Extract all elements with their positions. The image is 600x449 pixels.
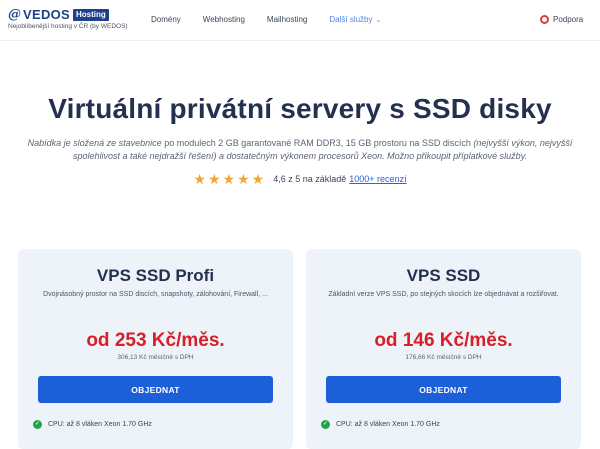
star-icon: ★ bbox=[251, 171, 265, 187]
nav-item-webhosting[interactable]: Webhosting bbox=[203, 15, 245, 24]
logo-tagline: Nejoblíbenější hosting v ČR (by WEDOS) bbox=[8, 23, 128, 30]
desc-italic-3: a dostatečným výkonem procesorů Xeon. Mo… bbox=[216, 151, 454, 161]
plan-price-vat: 306,13 Kč měsíčně s DPH bbox=[117, 354, 194, 361]
logo-at-icon: @ bbox=[8, 7, 21, 22]
plan-price: od 146 Kč/měs. bbox=[374, 330, 513, 351]
desc-text-1: po modulech 2 GB garantované RAM DDR3, 1… bbox=[161, 138, 474, 148]
feature-label: CPU: až 8 vláken Xeon 1.70 GHz bbox=[336, 421, 440, 428]
order-button[interactable]: OBJEDNAT bbox=[38, 376, 273, 403]
support-link[interactable]: Podpora bbox=[540, 15, 583, 24]
lifebuoy-icon bbox=[540, 15, 549, 24]
nav-item-domeny[interactable]: Domény bbox=[151, 15, 181, 24]
site-header: @ VEDOS Hosting Nejoblíbenější hosting v… bbox=[0, 0, 600, 41]
rating: ★ ★ ★ ★ ★ 4,6 z 5 na základě 1000+ recen… bbox=[0, 172, 600, 186]
plan-title: VPS SSD Profi bbox=[96, 266, 215, 285]
nav-item-dalsi-sluzby[interactable]: Další služby ⌄ bbox=[329, 15, 381, 24]
plan-feature: ✓ CPU: až 8 vláken Xeon 1.70 GHz bbox=[321, 420, 440, 429]
check-icon: ✓ bbox=[321, 420, 330, 429]
logo-name: VEDOS bbox=[23, 7, 71, 22]
chevron-down-icon: ⌄ bbox=[375, 17, 382, 24]
order-button[interactable]: OBJEDNAT bbox=[326, 376, 561, 403]
plan-title: VPS SSD bbox=[406, 266, 481, 285]
logo-badge: Hosting bbox=[73, 9, 109, 21]
star-icon: ★ bbox=[237, 171, 250, 187]
logo[interactable]: @ VEDOS Hosting Nejoblíbenější hosting v… bbox=[8, 7, 128, 31]
plan-description: Dvojnásobný prostor na SSD discích, snap… bbox=[43, 291, 268, 298]
plan-description: Základní verze VPS SSD, po stejných skoc… bbox=[328, 291, 559, 298]
page-title: Virtuální privátní servery s SSD disky bbox=[48, 93, 552, 124]
nav-item-mailhosting[interactable]: Mailhosting bbox=[267, 15, 307, 24]
nav-item-label: Další služby bbox=[329, 15, 373, 24]
desc-italic-1: Nabídka je složená ze stavebnice bbox=[27, 138, 162, 148]
rating-text: 4,6 z 5 na základě bbox=[273, 174, 347, 184]
plan-card-vps-ssd: VPS SSD Základní verze VPS SSD, po stejn… bbox=[306, 249, 581, 449]
main-nav: Domény Webhosting Mailhosting Další služ… bbox=[151, 15, 403, 24]
hero-description: Nabídka je složená ze stavebnice po modu… bbox=[14, 137, 586, 163]
star-icon: ★ bbox=[193, 171, 206, 187]
check-icon: ✓ bbox=[33, 420, 42, 429]
plan-price: od 253 Kč/měs. bbox=[86, 330, 225, 351]
plan-card-vps-ssd-profi: VPS SSD Profi Dvojnásobný prostor na SSD… bbox=[18, 249, 293, 449]
rating-stars: ★ ★ ★ ★ ★ bbox=[193, 172, 266, 186]
desc-italic-4: příplatkové služby. bbox=[453, 151, 528, 161]
feature-label: CPU: až 8 vláken Xeon 1.70 GHz bbox=[48, 421, 152, 428]
star-icon: ★ bbox=[207, 171, 221, 187]
plan-feature: ✓ CPU: až 8 vláken Xeon 1.70 GHz bbox=[33, 420, 152, 429]
support-label: Podpora bbox=[553, 15, 584, 24]
reviews-link[interactable]: 1000+ recenzí bbox=[349, 174, 406, 184]
plan-price-vat: 176,66 Kč měsíčně s DPH bbox=[405, 354, 482, 361]
star-icon: ★ bbox=[222, 171, 236, 187]
